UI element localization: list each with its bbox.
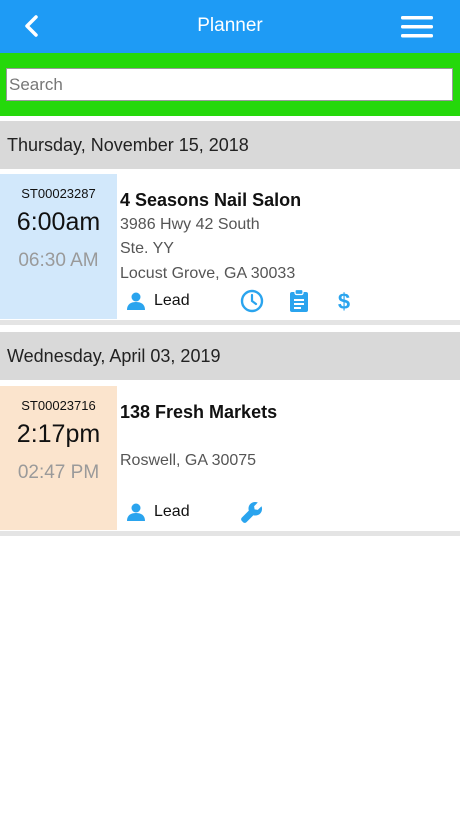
address-line: 3986 Hwy 42 South — [120, 216, 260, 233]
time-block: ST00023716 2:17pm 02:47 PM — [0, 386, 117, 530]
lead-label: Lead — [154, 292, 190, 309]
menu-button[interactable] — [400, 14, 434, 40]
service-button[interactable] — [240, 500, 264, 524]
date-header: Thursday, November 15, 2018 — [0, 121, 460, 169]
address-line: Roswell, GA 30075 — [120, 452, 257, 469]
time-block: ST00023287 6:00am 06:30 AM — [0, 174, 117, 319]
svg-text:$: $ — [338, 289, 350, 313]
appointment-card[interactable]: ST00023287 6:00am 06:30 AM 4 Seasons Nai… — [0, 174, 460, 319]
page-title: Planner — [197, 15, 263, 36]
search-bar — [0, 53, 460, 116]
clipboard-icon — [290, 289, 308, 312]
date-header: Wednesday, April 03, 2019 — [0, 332, 460, 380]
end-time: 06:30 AM — [18, 250, 99, 271]
appointment-ref: ST00023716 — [21, 398, 96, 413]
appointment-card[interactable]: ST00023716 2:17pm 02:47 PM 138 Fresh Mar… — [0, 386, 460, 530]
clock-icon — [240, 289, 264, 313]
action-row: Lead $ — [126, 289, 456, 313]
hamburger-menu-icon — [401, 16, 433, 38]
lead-button[interactable]: Lead — [126, 500, 190, 524]
person-icon — [127, 292, 145, 310]
lead-button[interactable]: Lead — [126, 289, 190, 313]
person-icon — [127, 503, 145, 521]
section-divider — [0, 320, 460, 325]
wrench-icon — [241, 501, 263, 523]
section-divider — [0, 531, 460, 536]
address-line: Ste. YY — [120, 240, 174, 257]
appointment-ref: ST00023287 — [21, 186, 96, 201]
end-time: 02:47 PM — [17, 462, 100, 483]
address-line: Locust Grove, GA 30033 — [120, 265, 296, 282]
start-time: 2:17pm — [16, 420, 101, 448]
payment-button[interactable]: $ — [336, 289, 352, 313]
app-header: Planner — [0, 0, 460, 53]
lead-label: Lead — [154, 503, 190, 520]
search-input[interactable] — [6, 68, 453, 101]
customer-name: 4 Seasons Nail Salon — [120, 190, 302, 210]
start-time: 6:00am — [16, 208, 101, 236]
notes-button[interactable] — [288, 289, 310, 313]
dollar-icon: $ — [338, 289, 350, 313]
schedule-button[interactable] — [240, 289, 264, 313]
action-row: Lead — [126, 500, 456, 524]
customer-name: 138 Fresh Markets — [120, 402, 278, 422]
